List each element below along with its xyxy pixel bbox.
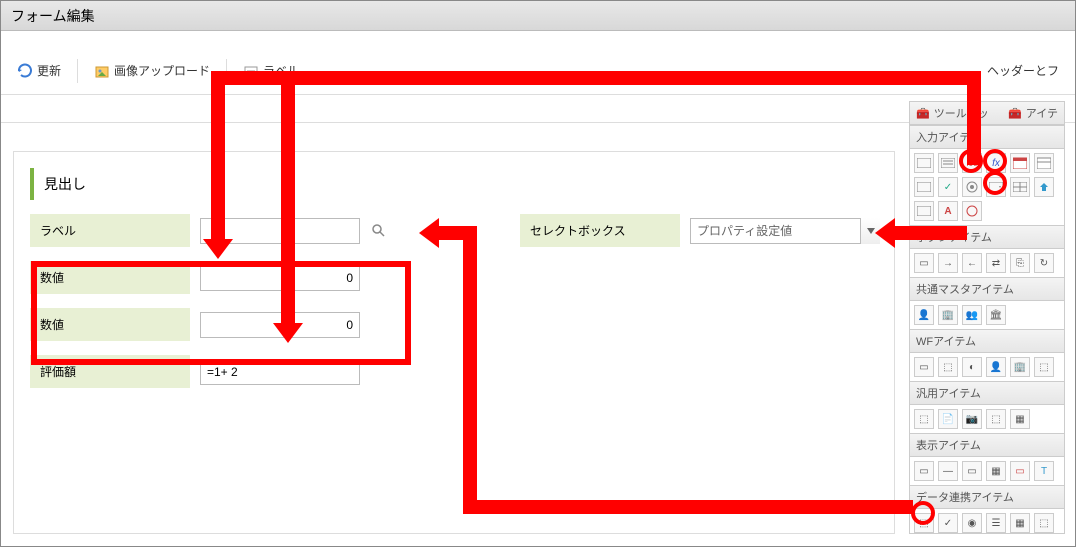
wf6-icon[interactable]: ⬚ — [1034, 357, 1054, 377]
richtext-icon[interactable]: A — [938, 201, 958, 221]
number-input-1[interactable] — [200, 265, 360, 291]
gen3-icon[interactable]: 📷 — [962, 409, 982, 429]
upload-icon — [94, 63, 110, 79]
date-icon[interactable] — [1010, 153, 1030, 173]
annotation-arrowhead — [875, 218, 895, 248]
org-icon[interactable]: 👥 — [962, 305, 982, 325]
copy-icon[interactable]: ⎘ — [1010, 253, 1030, 273]
section-heading[interactable]: 見出し — [30, 168, 878, 200]
back-next-icon[interactable]: ⇄ — [986, 253, 1006, 273]
section-display-items[interactable]: 表示アイテム — [910, 433, 1064, 457]
list-icon[interactable] — [914, 177, 934, 197]
disp4-icon[interactable]: ▦ — [986, 461, 1006, 481]
section-generic-items[interactable]: 汎用アイテム — [910, 381, 1064, 405]
refresh-icon — [17, 63, 33, 79]
annotation-line — [967, 71, 981, 165]
link4-icon[interactable]: ☰ — [986, 513, 1006, 533]
select-box[interactable]: プロパティ設定値 — [690, 218, 880, 244]
field-label: 評価額 — [30, 355, 190, 388]
gen2-icon[interactable]: 📄 — [938, 409, 958, 429]
header-footer-button[interactable]: ヘッダーとフ — [979, 58, 1067, 83]
annotation-arrowhead — [203, 239, 233, 259]
wf2-icon[interactable]: ⬚ — [938, 357, 958, 377]
field-label: 数値 — [30, 261, 190, 294]
separator-icon[interactable]: — — [938, 461, 958, 481]
annotation-line — [463, 226, 477, 514]
annotation-line — [211, 71, 225, 241]
function-icon[interactable]: fx — [986, 153, 1006, 173]
section-input-items[interactable]: 入力アイテム — [910, 125, 1064, 149]
section-link-items[interactable]: データ連携アイテム — [910, 485, 1064, 509]
wf1-icon[interactable]: ▭ — [914, 357, 934, 377]
toolbox-icon: 🧰 — [916, 107, 930, 120]
gen5-icon[interactable]: ▦ — [1010, 409, 1030, 429]
search-icon[interactable] — [370, 222, 388, 240]
wf4-icon[interactable]: 👤 — [986, 357, 1006, 377]
wf3-icon[interactable]: ◐ — [962, 357, 982, 377]
calendar-icon[interactable] — [1034, 153, 1054, 173]
link2-icon[interactable]: ✓ — [938, 513, 958, 533]
gen1-icon[interactable]: ⬚ — [914, 409, 934, 429]
button-icon[interactable]: ▭ — [914, 253, 934, 273]
formula-input[interactable] — [200, 359, 360, 385]
text-field-icon[interactable] — [914, 153, 934, 173]
field-label: ラベル — [30, 214, 190, 247]
window-title: フォーム編集 — [1, 1, 1075, 31]
tool-panel: 🧰 ツールキッ 🧰 アイテ 入力アイテム .00 fx ✓ A ボタンアイテム — [909, 101, 1065, 534]
link1-icon[interactable]: ⬚ — [914, 513, 934, 533]
color-icon[interactable] — [914, 201, 934, 221]
select-label: セレクトボックス — [520, 214, 680, 247]
radio-icon[interactable] — [962, 177, 982, 197]
annotation-line — [281, 71, 295, 325]
link6-icon[interactable]: ⬚ — [1034, 513, 1054, 533]
image-upload-button[interactable]: 画像アップロード — [86, 58, 218, 83]
form-row-formula: 評価額 — [30, 355, 878, 388]
refresh-btn-icon[interactable]: ↻ — [1034, 253, 1054, 273]
section-wf-items[interactable]: WFアイテム — [910, 329, 1064, 353]
textarea-icon[interactable] — [938, 153, 958, 173]
toolkit-tab[interactable]: 🧰 ツールキッ 🧰 アイテ — [910, 102, 1064, 125]
form-row-number-1: 数値 — [30, 261, 878, 294]
annotation-arrowhead — [419, 218, 439, 248]
annotation-arrowhead — [273, 323, 303, 343]
gen4-icon[interactable]: ⬚ — [986, 409, 1006, 429]
disp3-icon[interactable]: ▭ — [962, 461, 982, 481]
form-canvas: 見出し ラベル セレクトボックス プロパティ設定値 数値 — [13, 151, 895, 534]
next-icon[interactable]: → — [938, 253, 958, 273]
refresh-button[interactable]: 更新 — [9, 58, 69, 83]
annotation-line — [211, 71, 981, 85]
prev-icon[interactable]: ← — [962, 253, 982, 273]
annotation-line — [463, 500, 913, 514]
field-label: 数値 — [30, 308, 190, 341]
link3-icon[interactable]: ◉ — [962, 513, 982, 533]
building-icon[interactable]: 🏢 — [938, 305, 958, 325]
section-master-items[interactable]: 共通マスタアイテム — [910, 277, 1064, 301]
text-icon[interactable]: T — [1034, 461, 1054, 481]
annotation-line — [893, 226, 967, 240]
form-row-number-2: 数値 — [30, 308, 878, 341]
link5-icon[interactable]: ▦ — [1010, 513, 1030, 533]
disp5-icon[interactable]: ▭ — [1010, 461, 1030, 481]
disp1-icon[interactable]: ▭ — [914, 461, 934, 481]
checkbox-icon[interactable]: ✓ — [938, 177, 958, 197]
select-icon[interactable] — [986, 177, 1006, 197]
upload-field-icon[interactable] — [1034, 177, 1054, 197]
dept-icon[interactable]: 🏛 — [986, 305, 1006, 325]
grid-icon[interactable] — [1010, 177, 1030, 197]
user-icon[interactable]: 👤 — [914, 305, 934, 325]
toolbox-icon: 🧰 — [1008, 107, 1022, 120]
wf5-icon[interactable]: 🏢 — [1010, 357, 1030, 377]
stamp-icon[interactable] — [962, 201, 982, 221]
